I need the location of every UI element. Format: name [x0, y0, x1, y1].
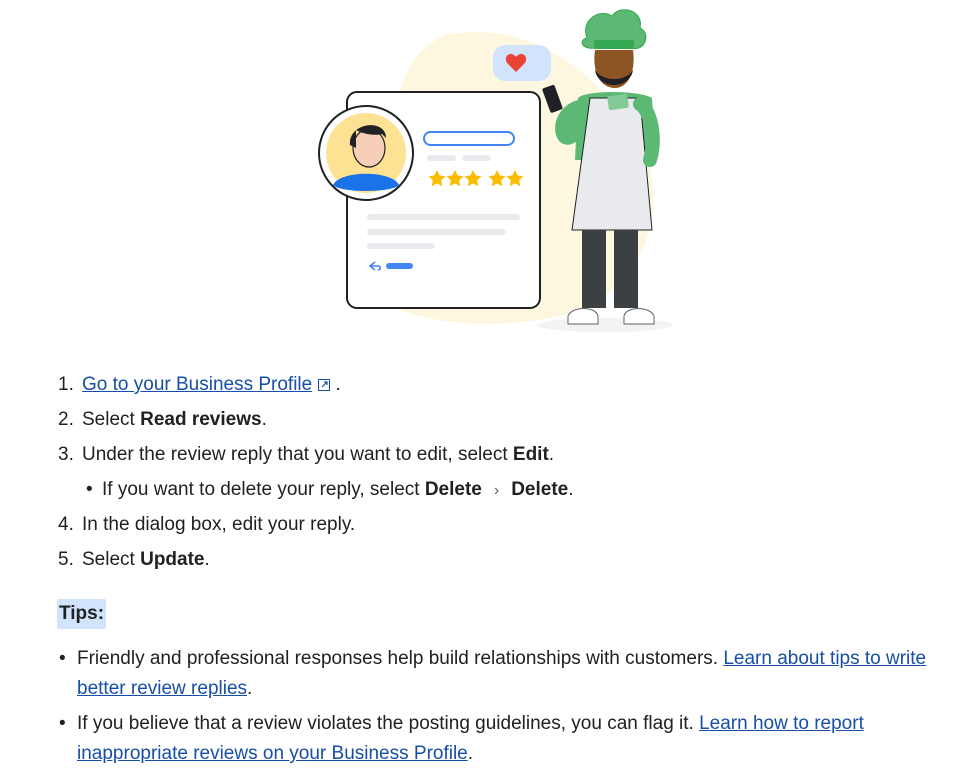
step-bold-text: Read reviews — [140, 409, 262, 430]
bullet: • — [86, 479, 93, 500]
tip-item: • If you believe that a review violates … — [57, 709, 947, 769]
step-4: 4. In the dialog box, edit your reply. — [58, 507, 959, 542]
step-bold-text: Delete — [424, 479, 482, 500]
steps-list: 1. Go to your Business Profile . 2. Sele… — [0, 367, 959, 577]
step-number: 1. — [58, 374, 74, 395]
step-number: 2. — [58, 409, 74, 430]
step-text: . — [548, 444, 555, 465]
step-text: In the dialog box, edit your reply. — [82, 514, 356, 535]
tips-list: • Friendly and professional responses he… — [57, 644, 947, 774]
step-text: . — [568, 479, 574, 500]
external-link-icon — [318, 379, 331, 391]
step-3-substep: • If you want to delete your reply, sele… — [82, 472, 959, 507]
instructions: 1. Go to your Business Profile . 2. Sele… — [0, 367, 959, 577]
step-text: If you want to delete your reply, select — [102, 479, 425, 500]
review-reply-illustration — [318, 9, 673, 332]
step-text: . — [204, 549, 210, 570]
step-bold-text: Edit — [512, 444, 549, 465]
step-2: 2. Select Read reviews. — [58, 402, 959, 437]
tips-heading: Tips: — [57, 599, 107, 629]
step-1: 1. Go to your Business Profile . — [58, 367, 959, 402]
bullet: • — [59, 713, 66, 734]
step-number: 3. — [58, 444, 74, 465]
tip-text: If you believe that a review violates th… — [77, 713, 700, 734]
tip-text: . — [247, 678, 253, 699]
step-bold-text: Delete — [511, 479, 569, 500]
bullet: • — [59, 648, 66, 669]
step-3: 3. Under the review reply that you want … — [58, 437, 959, 472]
step-number: 4. — [58, 514, 74, 535]
step-text: Select — [82, 549, 141, 570]
step-number: 5. — [58, 549, 74, 570]
step-text: Select — [82, 409, 141, 430]
business-profile-link[interactable]: Go to your Business Profile — [82, 374, 312, 395]
step-text: Under the review reply that you want to … — [82, 444, 513, 465]
chevron-right-icon: › — [493, 482, 500, 499]
step-text: . — [261, 409, 267, 430]
tip-item: • Friendly and professional responses he… — [57, 644, 947, 704]
step-text: . — [335, 374, 341, 395]
step-5: 5. Select Update. — [58, 542, 959, 577]
tip-text: Friendly and professional responses help… — [77, 648, 724, 669]
step-bold-text: Update — [140, 549, 205, 570]
tip-text: . — [467, 743, 474, 764]
